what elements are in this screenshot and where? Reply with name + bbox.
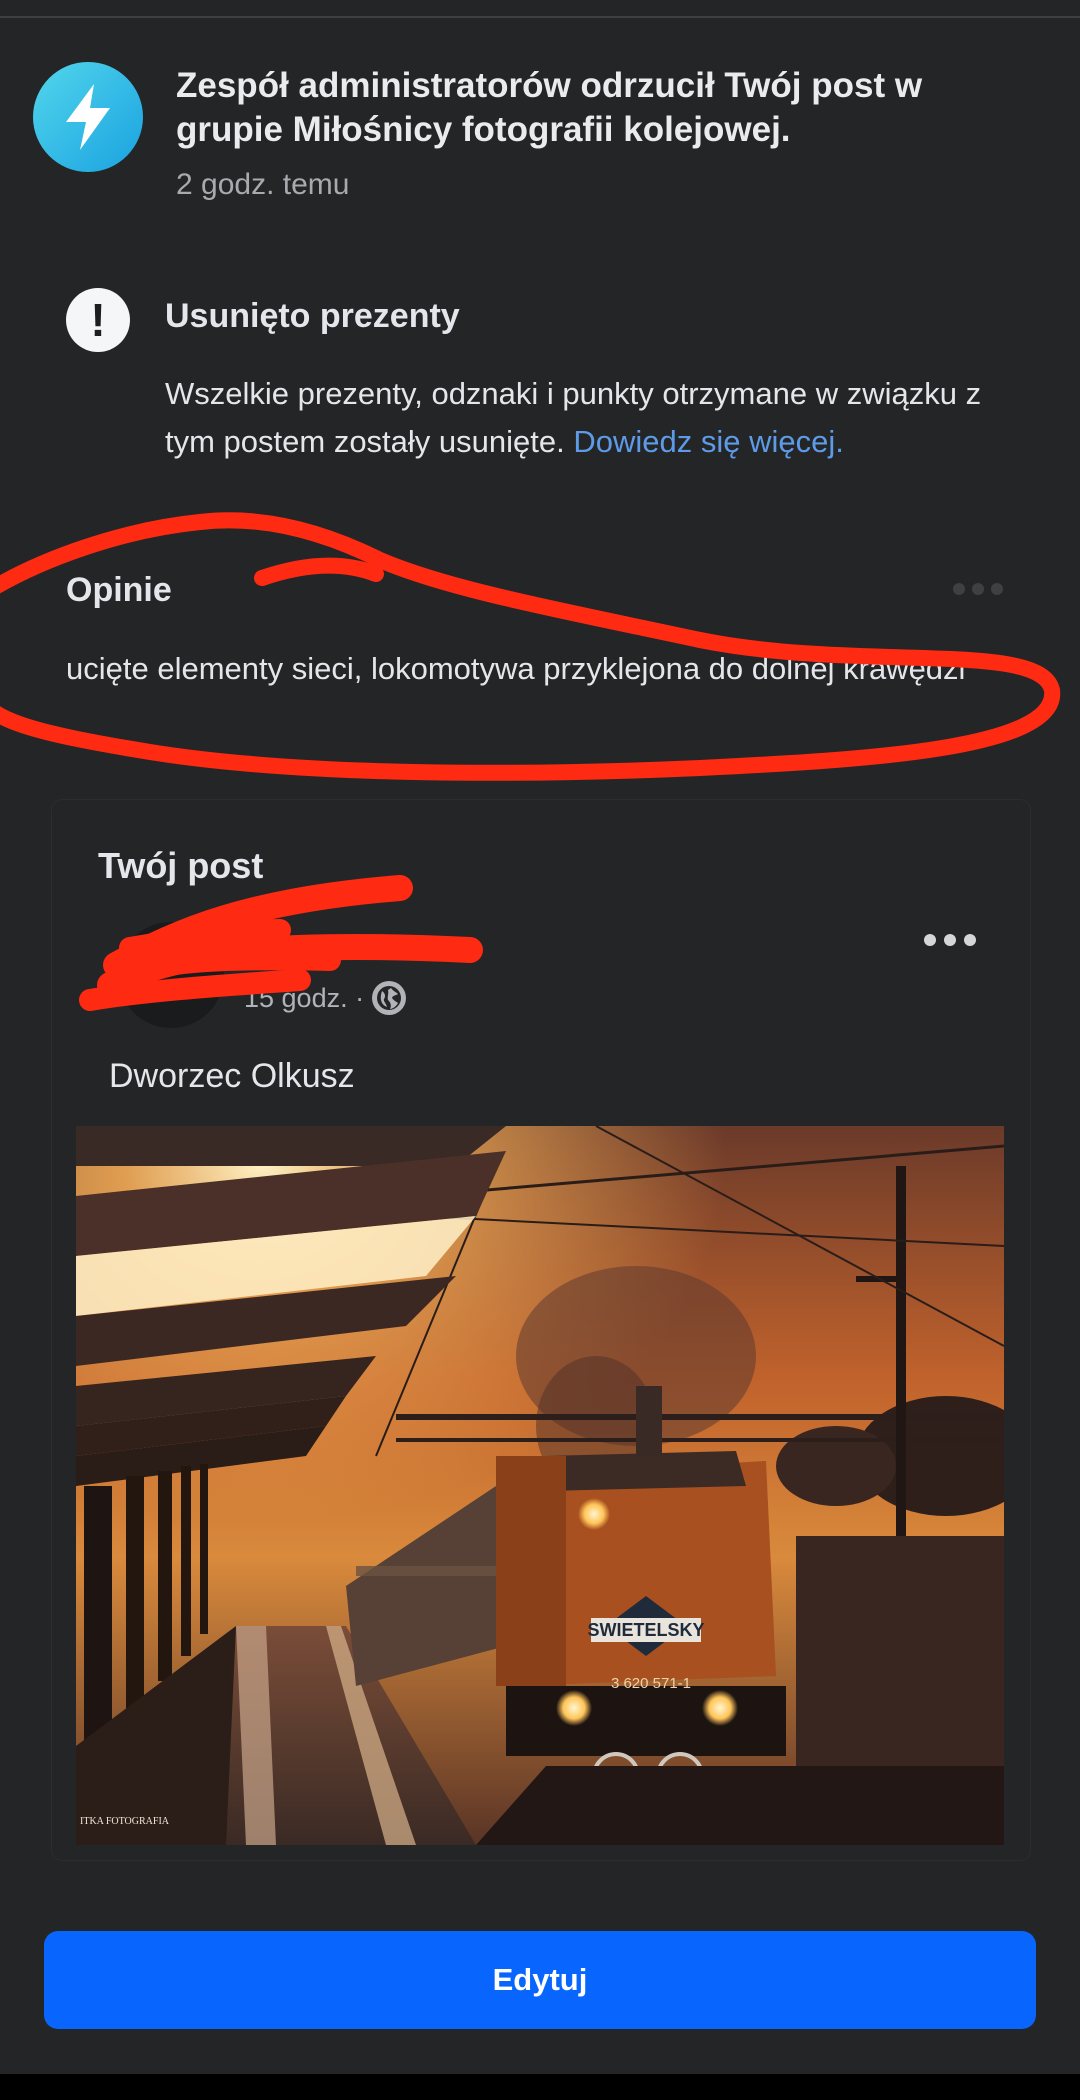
notification-title: Zespół administratorów odrzucił Twój pos…: [176, 66, 923, 149]
post-time: 15 godz. ·: [244, 983, 364, 1014]
post-text: Dworzec Olkusz: [109, 1057, 355, 1095]
learn-more-link[interactable]: Dowiedz się więcej.: [573, 424, 844, 459]
post-photo[interactable]: SWIETELSKY 3 620 571-1 ITKA FOTOGRAFIA: [76, 1126, 1004, 1845]
lightning-bolt-icon: [33, 62, 143, 172]
globe-icon: [372, 981, 406, 1015]
edit-button[interactable]: Edytuj: [44, 1931, 1036, 2029]
navigation-bar: [0, 2074, 1080, 2100]
post-time-text: 15 godz.: [244, 983, 348, 1013]
notification-time: 2 godz. temu: [176, 168, 350, 201]
post-time-separator: ·: [355, 983, 365, 1013]
post-more-icon[interactable]: [924, 934, 976, 946]
photo-watermark: ITKA FOTOGRAFIA: [80, 1816, 170, 1827]
exclamation-icon: !: [66, 288, 130, 352]
feedback-title: Opinie: [66, 571, 172, 609]
gifts-removed-title: Usunięto prezenty: [165, 297, 460, 335]
loco-brand: SWIETELSKY: [587, 1620, 704, 1640]
top-divider: [0, 16, 1080, 18]
your-post-heading: Twój post: [98, 845, 264, 886]
feedback-text: ucięte elementy sieci, lokomotywa przykl…: [66, 651, 966, 686]
loco-number: 3 620 571-1: [611, 1675, 691, 1692]
avatar[interactable]: [118, 922, 224, 1028]
feedback-more-icon[interactable]: [953, 583, 1003, 595]
gifts-removed-body: Wszelkie prezenty, odznaki i punkty otrz…: [165, 370, 1025, 466]
